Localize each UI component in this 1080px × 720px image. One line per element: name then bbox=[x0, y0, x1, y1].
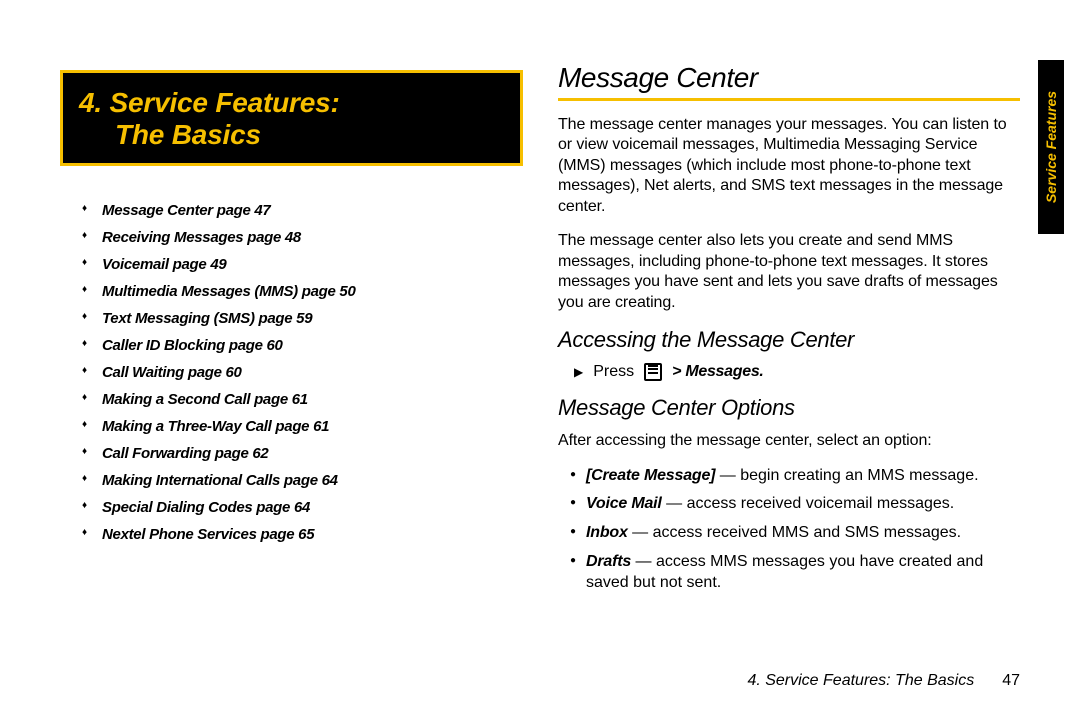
side-tab-label: Service Features bbox=[1043, 91, 1059, 203]
instruction-step: ▶ Press > Messages. bbox=[574, 363, 1020, 381]
toc-item: Caller ID Blocking page 60 bbox=[88, 337, 522, 364]
option-desc: — access received voicemail messages. bbox=[662, 495, 955, 512]
document-page: 4. Service Features: The Basics Message … bbox=[0, 0, 1080, 720]
toc-item: Voicemail page 49 bbox=[88, 256, 522, 283]
toc-item: Call Waiting page 60 bbox=[88, 364, 522, 391]
toc-item: Message Center page 47 bbox=[88, 202, 522, 229]
option-term: Voice Mail bbox=[586, 495, 662, 512]
option-term: Inbox bbox=[586, 524, 628, 541]
toc-item: Nextel Phone Services page 65 bbox=[88, 526, 522, 553]
right-column: Message Center The message center manage… bbox=[558, 62, 1020, 680]
toc-item: Making a Three-Way Call page 61 bbox=[88, 418, 522, 445]
subsection-heading: Message Center Options bbox=[558, 395, 1020, 421]
side-tab: Service Features bbox=[1038, 60, 1064, 234]
page-footer: 4. Service Features: The Basics 47 bbox=[747, 672, 1020, 690]
toc-item: Making International Calls page 64 bbox=[88, 472, 522, 499]
left-column: 4. Service Features: The Basics Message … bbox=[60, 62, 522, 680]
toc-item: Multimedia Messages (MMS) page 50 bbox=[88, 283, 522, 310]
chapter-title-line1: 4. Service Features: bbox=[79, 87, 504, 119]
menu-key-icon bbox=[644, 363, 662, 381]
option-desc: — access received MMS and SMS messages. bbox=[628, 524, 961, 541]
toc-item: Receiving Messages page 48 bbox=[88, 229, 522, 256]
toc-item: Making a Second Call page 61 bbox=[88, 391, 522, 418]
subsection-heading: Accessing the Message Center bbox=[558, 327, 1020, 353]
option-item: Voice Mail — access received voicemail m… bbox=[570, 494, 1020, 523]
option-term: Drafts bbox=[586, 553, 631, 570]
page-number: 47 bbox=[1002, 672, 1020, 690]
step-text-messages: > Messages. bbox=[672, 363, 763, 381]
heading-rule bbox=[558, 98, 1020, 101]
option-desc: — access MMS messages you have created a… bbox=[586, 553, 983, 591]
options-list: [Create Message] — begin creating an MMS… bbox=[558, 466, 1020, 602]
option-item: [Create Message] — begin creating an MMS… bbox=[570, 466, 1020, 495]
option-desc: — begin creating an MMS message. bbox=[715, 467, 978, 484]
toc-list: Message Center page 47 Receiving Message… bbox=[60, 202, 522, 553]
toc-item: Special Dialing Codes page 64 bbox=[88, 499, 522, 526]
option-item: Inbox — access received MMS and SMS mess… bbox=[570, 523, 1020, 552]
step-text-press: Press bbox=[593, 363, 634, 381]
body-paragraph: The message center also lets you create … bbox=[558, 231, 1020, 313]
chapter-title-box: 4. Service Features: The Basics bbox=[60, 70, 523, 166]
body-paragraph: After accessing the message center, sele… bbox=[558, 431, 1020, 451]
section-heading: Message Center bbox=[558, 62, 1020, 94]
chapter-title-line2: The Basics bbox=[79, 119, 504, 151]
body-paragraph: The message center manages your messages… bbox=[558, 115, 1020, 217]
play-marker-icon: ▶ bbox=[574, 366, 583, 378]
toc-item: Text Messaging (SMS) page 59 bbox=[88, 310, 522, 337]
toc-item: Call Forwarding page 62 bbox=[88, 445, 522, 472]
option-item: Drafts — access MMS messages you have cr… bbox=[570, 552, 1020, 602]
option-term: [Create Message] bbox=[586, 467, 715, 484]
footer-title: 4. Service Features: The Basics bbox=[747, 672, 974, 690]
